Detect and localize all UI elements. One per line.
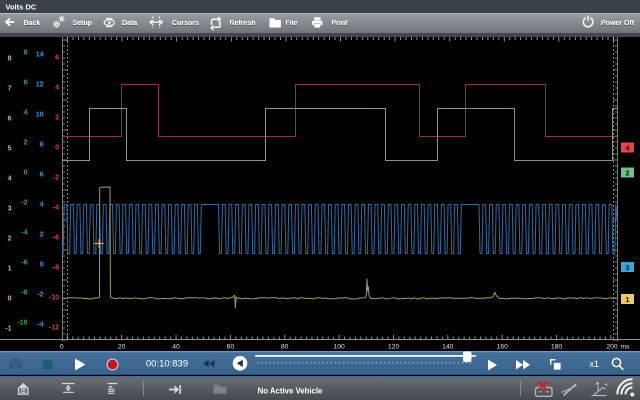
svg-text:40: 40 xyxy=(172,344,180,351)
svg-text:5: 5 xyxy=(8,146,12,153)
svg-text:2: 2 xyxy=(625,168,629,177)
svg-text:-10: -10 xyxy=(17,320,27,327)
svg-text:-12: -12 xyxy=(49,325,59,332)
svg-text:x1: x1 xyxy=(590,359,600,369)
svg-text:6: 6 xyxy=(24,80,28,87)
svg-text:2: 2 xyxy=(40,232,44,239)
svg-text:Back: Back xyxy=(24,20,41,27)
svg-text:100: 100 xyxy=(333,344,345,351)
svg-text:00:10:839: 00:10:839 xyxy=(146,359,188,370)
svg-text:-4: -4 xyxy=(53,205,59,212)
svg-text:Volts DC: Volts DC xyxy=(6,3,37,12)
svg-text:Print: Print xyxy=(332,20,349,27)
svg-text:-6: -6 xyxy=(21,260,27,267)
svg-text:14: 14 xyxy=(36,52,44,59)
svg-text:200: 200 xyxy=(606,344,618,351)
svg-text:4: 4 xyxy=(40,202,44,209)
svg-text:140: 140 xyxy=(442,344,454,351)
svg-text:3: 3 xyxy=(625,263,629,272)
svg-text:6: 6 xyxy=(40,172,44,179)
svg-text:-6: -6 xyxy=(53,235,59,242)
svg-text:Setup: Setup xyxy=(73,20,92,27)
svg-text:Data: Data xyxy=(122,20,137,27)
svg-text:No Active Vehicle: No Active Vehicle xyxy=(258,386,323,395)
svg-text:-2: -2 xyxy=(53,175,59,182)
svg-text:-1: -1 xyxy=(5,326,11,333)
svg-text:6: 6 xyxy=(8,116,12,123)
svg-text:80: 80 xyxy=(281,344,289,351)
svg-text:2: 2 xyxy=(8,236,12,243)
svg-text:-4: -4 xyxy=(21,230,27,237)
svg-text:Power Off: Power Off xyxy=(601,20,635,27)
svg-text:2: 2 xyxy=(55,115,59,122)
svg-text:4: 4 xyxy=(55,85,59,92)
svg-text:180: 180 xyxy=(551,344,563,351)
svg-text:0: 0 xyxy=(55,145,59,152)
svg-text:4: 4 xyxy=(24,110,28,117)
svg-text:Cursors: Cursors xyxy=(172,20,199,27)
svg-text:12: 12 xyxy=(36,82,44,89)
svg-text:1: 1 xyxy=(8,266,12,273)
svg-text:0: 0 xyxy=(40,262,44,269)
svg-text:160: 160 xyxy=(497,344,509,351)
svg-text:File: File xyxy=(286,20,298,27)
svg-text:6: 6 xyxy=(55,55,59,62)
svg-text:0: 0 xyxy=(24,170,28,177)
svg-text:-8: -8 xyxy=(21,290,27,297)
svg-text:ms: ms xyxy=(621,344,631,351)
svg-text:8: 8 xyxy=(40,142,44,149)
svg-text:0: 0 xyxy=(60,344,64,351)
svg-text:-4: -4 xyxy=(37,322,43,329)
svg-text:7: 7 xyxy=(8,86,12,93)
svg-text:8: 8 xyxy=(8,56,12,63)
svg-text:3: 3 xyxy=(8,206,12,213)
svg-text:-2: -2 xyxy=(37,292,43,299)
svg-text:-10: -10 xyxy=(49,295,59,302)
svg-text:2: 2 xyxy=(24,140,28,147)
svg-text:10: 10 xyxy=(36,112,44,119)
svg-text:Refresh: Refresh xyxy=(230,20,256,27)
svg-text:120: 120 xyxy=(388,344,400,351)
svg-text:-8: -8 xyxy=(53,265,59,272)
svg-text:0: 0 xyxy=(8,296,12,303)
svg-text:20: 20 xyxy=(118,344,126,351)
svg-text:1: 1 xyxy=(625,295,629,304)
svg-text:4: 4 xyxy=(8,176,12,183)
svg-text:-2: -2 xyxy=(21,200,27,207)
svg-text:8: 8 xyxy=(24,50,28,57)
svg-text:60: 60 xyxy=(227,344,235,351)
